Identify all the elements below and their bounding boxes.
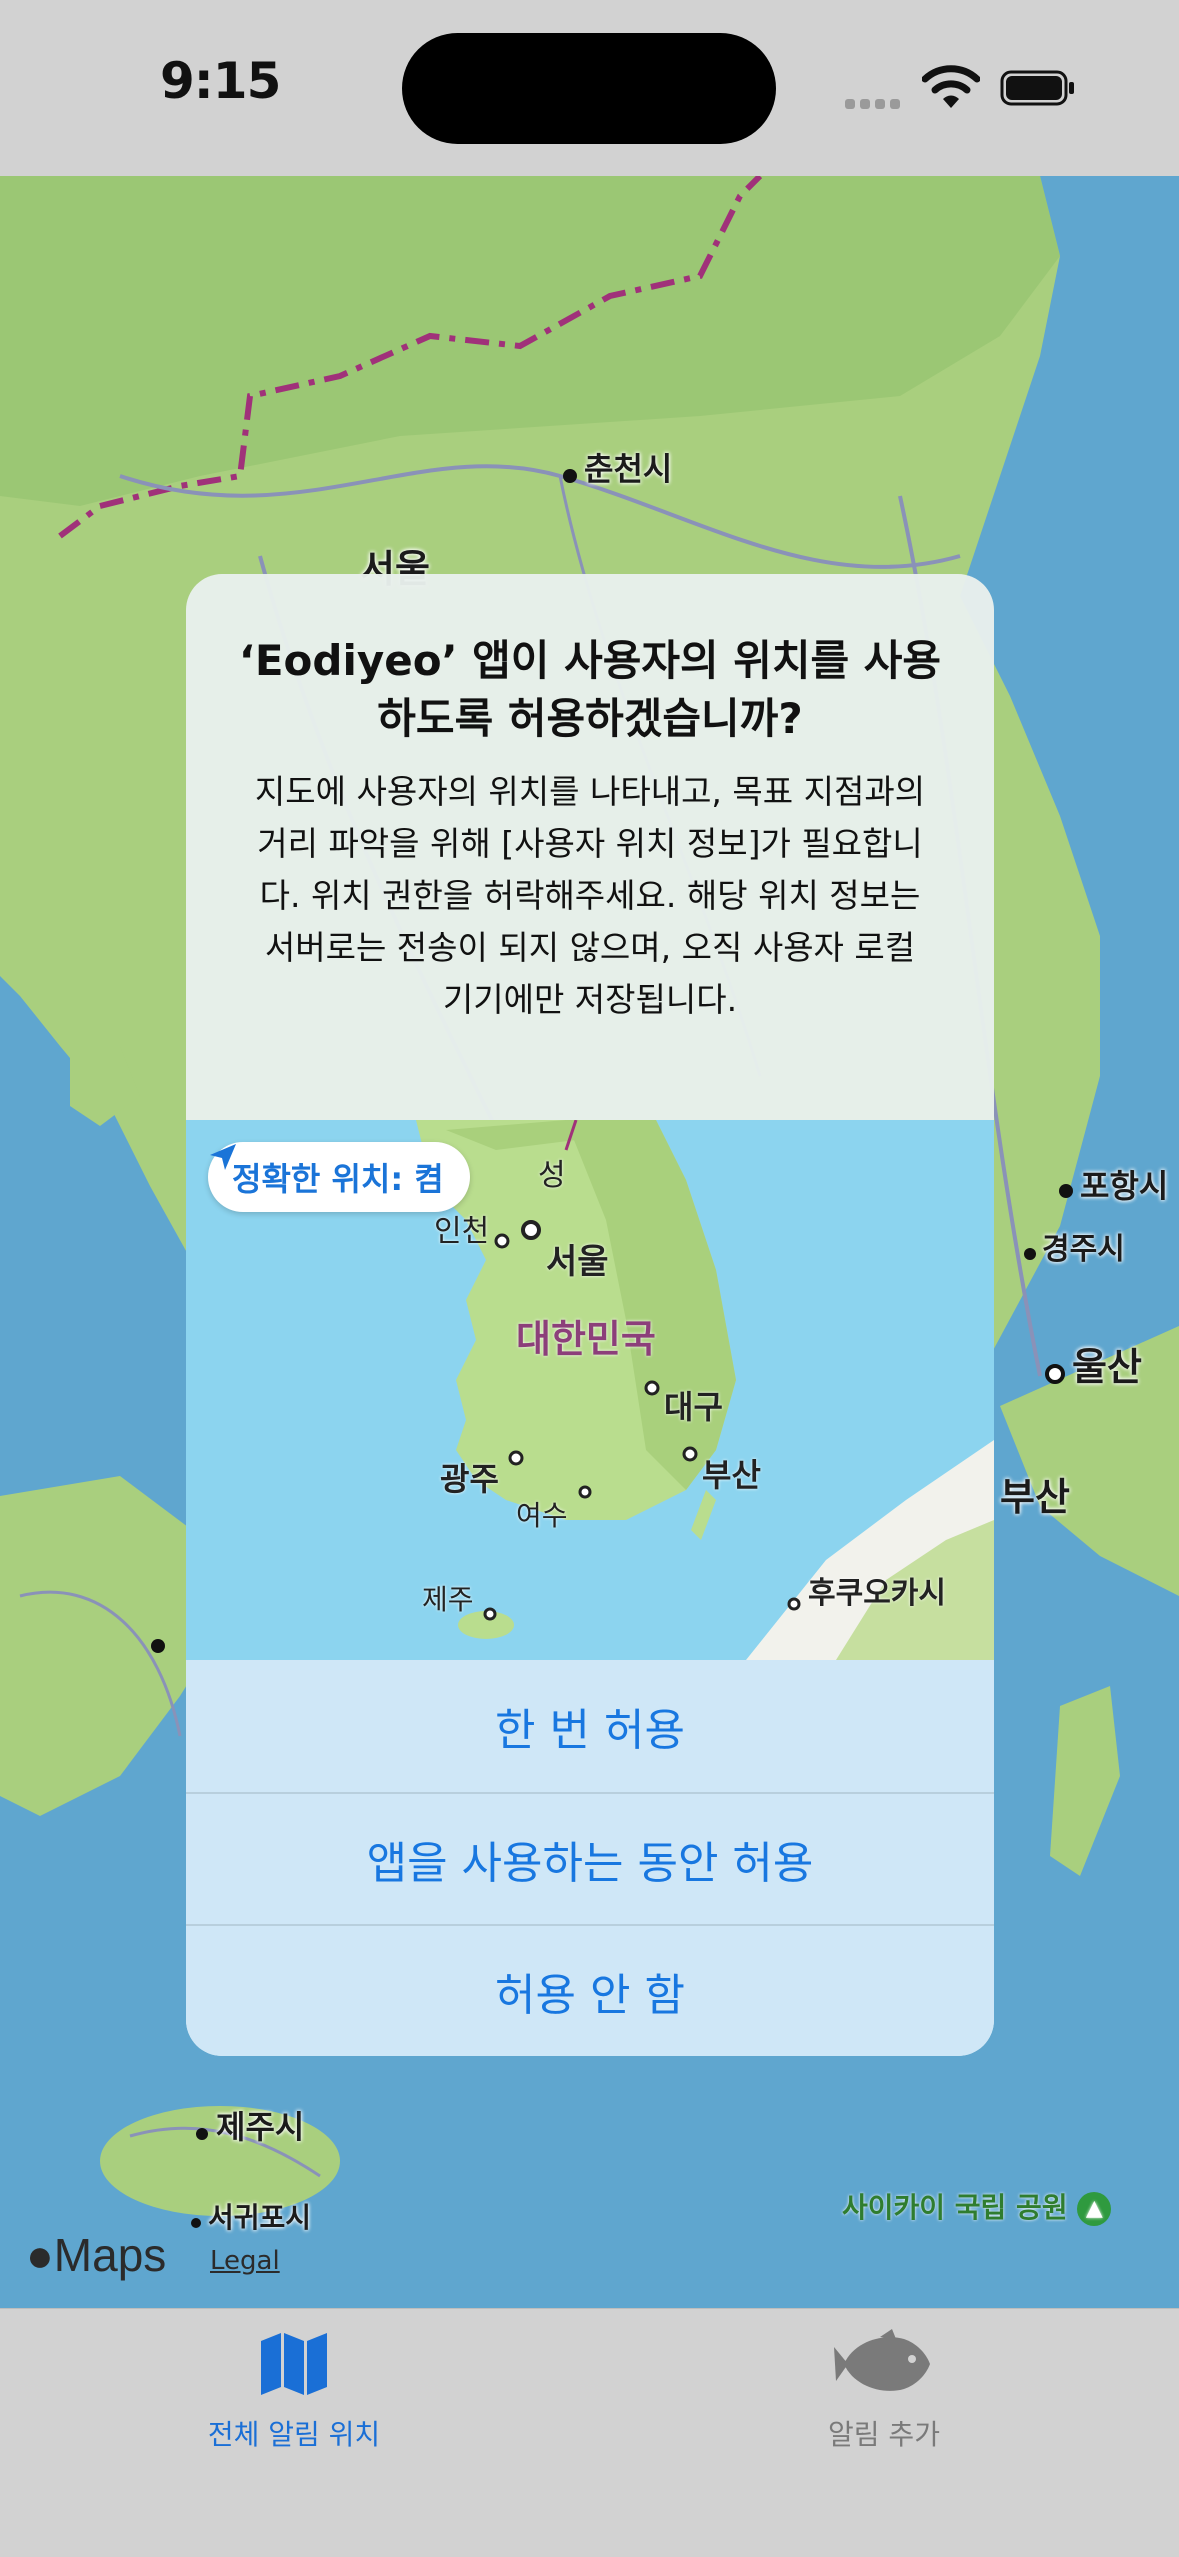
tab-label-all-alert-locations: 전체 알림 위치 <box>207 2418 381 2451</box>
map-label-gyeongju: 경주시 <box>1042 1232 1125 1267</box>
precise-location-label: 정확한 위치: 켬 <box>232 1160 444 1198</box>
alert-title: ‘Eodiyeo’ 앱이 사용자의 위치를 사용하도록 허용하겠습니까? <box>238 636 942 743</box>
map-label-park: 사이카이 국립 공원 ▲ <box>842 2186 1112 2226</box>
alert-map-label-fukuoka: 후쿠오카시 <box>808 1576 946 1611</box>
legal-link[interactable]: Legal <box>210 2246 280 2276</box>
alert-message: 지도에 사용자의 위치를 나타내고, 목표 지점과의 거리 파악을 위해 [사용… <box>254 772 926 1019</box>
map-label-seogwipo: 서귀포시 <box>208 2201 312 2234</box>
map-icon <box>261 2333 327 2395</box>
allow-while-using-button[interactable]: 앱을 사용하는 동안 허용 <box>186 1792 994 1923</box>
alert-location-map: 성 인천 서울 대한민국 대구 광주 부산 여수 제주 후쿠오카시 정확한 위치… <box>186 1120 994 1660</box>
dynamic-island <box>402 33 776 144</box>
dont-allow-button[interactable]: 허용 안 함 <box>186 1924 994 2055</box>
alert-map-label-incheon: 인천 <box>434 1214 490 1249</box>
map-label-pohang: 포항시 <box>1080 1167 1169 1205</box>
tab-bar: 전체 알림 위치 알림 추가 <box>0 2308 1179 2557</box>
map-label-ulsan: 울산 <box>1072 1345 1142 1389</box>
status-time: 9:15 <box>160 52 281 110</box>
maps-logo-text: Maps <box>53 2229 167 2281</box>
alert-map-label-yeosu: 여수 <box>516 1499 568 1532</box>
location-arrow-icon <box>210 1144 236 1170</box>
alert-map-label-seoul: 서울 <box>546 1242 609 1282</box>
tab-all-alert-locations[interactable]: 전체 알림 위치 <box>94 2329 494 2453</box>
cellular-signal-icon <box>845 94 905 113</box>
location-permission-alert: ‘Eodiyeo’ 앱이 사용자의 위치를 사용하도록 허용하겠습니까? 지도에… <box>186 574 994 2056</box>
alert-buttons: 한 번 허용 앱을 사용하는 동안 허용 허용 안 함 <box>186 1660 994 2056</box>
alert-map-label-partial: 성 <box>538 1158 566 1193</box>
alert-map-label-country: 대한민국 <box>516 1317 656 1361</box>
status-bar: 9:15 <box>0 0 1179 176</box>
allow-once-button[interactable]: 한 번 허용 <box>186 1660 994 1791</box>
map-label-chuncheon: 춘천시 <box>584 450 673 488</box>
tree-icon: ▲ <box>1077 2192 1112 2226</box>
alert-map-label-daegu: 대구 <box>664 1388 723 1426</box>
alert-map-label-jeju: 제주 <box>422 1583 474 1616</box>
map-label-jeju-city: 제주시 <box>216 2108 305 2146</box>
park-name: 사이카이 국립 공원 <box>842 2191 1068 2224</box>
apple-maps-logo: ●Maps <box>26 2228 166 2282</box>
fish-icon <box>834 2329 930 2391</box>
battery-icon <box>1000 70 1074 106</box>
wifi-icon <box>922 65 980 108</box>
alert-map-label-busan: 부산 <box>702 1456 761 1494</box>
apple-logo-icon: ● <box>26 2229 54 2281</box>
precise-location-toggle[interactable]: 정확한 위치: 켬 <box>208 1142 470 1212</box>
tab-label-add-alert: 알림 추가 <box>828 2418 940 2451</box>
alert-map-label-gwangju: 광주 <box>440 1460 499 1498</box>
tab-add-alert[interactable]: 알림 추가 <box>684 2329 1084 2453</box>
map-label-busan: 부산 <box>1000 1475 1070 1519</box>
